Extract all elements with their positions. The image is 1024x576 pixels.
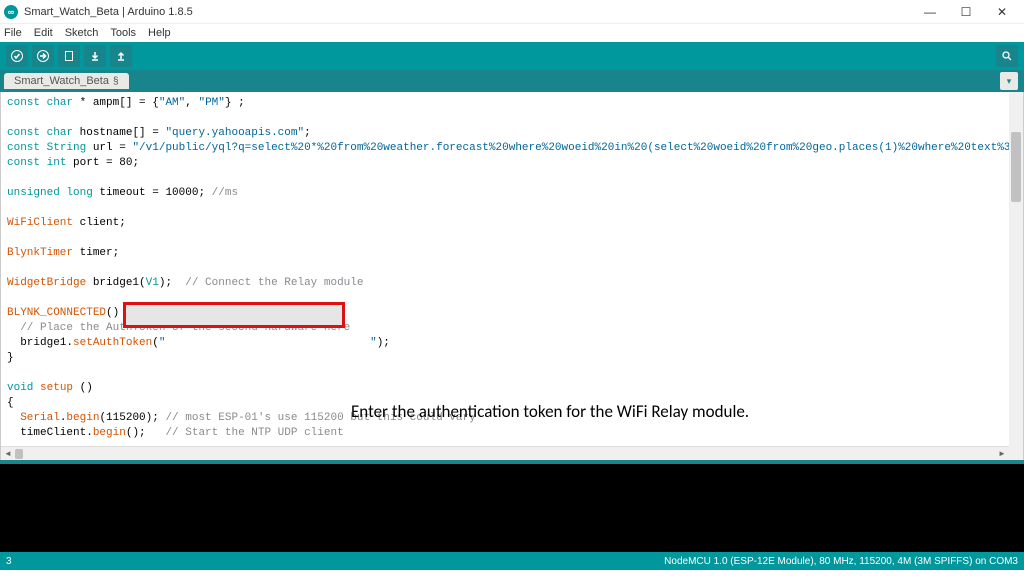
upload-button[interactable] xyxy=(32,45,54,67)
menu-tools[interactable]: Tools xyxy=(110,27,136,39)
tabbar: Smart_Watch_Beta ▾ xyxy=(0,70,1024,92)
minimize-button[interactable]: — xyxy=(912,1,948,23)
annotation-text: Enter the authentication token for the W… xyxy=(351,401,749,422)
window-buttons: — ☐ ✕ xyxy=(912,1,1020,23)
verify-button[interactable] xyxy=(6,45,28,67)
status-line: 3 xyxy=(6,556,664,567)
status-board: NodeMCU 1.0 (ESP-12E Module), 80 MHz, 11… xyxy=(664,556,1018,567)
tab-menu-button[interactable]: ▾ xyxy=(1000,72,1018,90)
statusbar: 3 NodeMCU 1.0 (ESP-12E Module), 80 MHz, … xyxy=(0,552,1024,570)
scroll-corner xyxy=(1009,446,1023,460)
toolbar xyxy=(0,42,1024,70)
horizontal-scrollbar[interactable]: ◄ ► xyxy=(1,446,1009,460)
tab-sketch[interactable]: Smart_Watch_Beta xyxy=(4,73,129,89)
menubar: File Edit Sketch Tools Help xyxy=(0,24,1024,42)
scroll-right-icon[interactable]: ► xyxy=(995,447,1009,461)
menu-edit[interactable]: Edit xyxy=(34,27,53,39)
maximize-button[interactable]: ☐ xyxy=(948,1,984,23)
new-button[interactable] xyxy=(58,45,80,67)
menu-help[interactable]: Help xyxy=(148,27,171,39)
titlebar: Smart_Watch_Beta | Arduino 1.8.5 — ☐ ✕ xyxy=(0,0,1024,24)
modified-indicator xyxy=(113,75,119,87)
open-button[interactable] xyxy=(84,45,106,67)
close-button[interactable]: ✕ xyxy=(984,1,1020,23)
scroll-track[interactable] xyxy=(15,447,995,461)
code-editor[interactable]: const char * ampm[] = {"AM", "PM"} ; con… xyxy=(1,92,1023,446)
scroll-thumb[interactable] xyxy=(15,449,23,459)
serial-monitor-button[interactable] xyxy=(996,45,1018,67)
tab-label: Smart_Watch_Beta xyxy=(14,75,109,87)
arduino-icon xyxy=(4,5,18,19)
menu-sketch[interactable]: Sketch xyxy=(65,27,99,39)
scroll-left-icon[interactable]: ◄ xyxy=(1,447,15,461)
console[interactable] xyxy=(0,464,1024,552)
editor-area: const char * ampm[] = {"AM", "PM"} ; con… xyxy=(0,92,1024,460)
save-button[interactable] xyxy=(110,45,132,67)
window-title: Smart_Watch_Beta | Arduino 1.8.5 xyxy=(24,6,912,18)
vertical-scrollbar[interactable] xyxy=(1009,92,1023,446)
annotation-highlight xyxy=(123,302,345,328)
scroll-thumb[interactable] xyxy=(1011,132,1021,202)
menu-file[interactable]: File xyxy=(4,27,22,39)
